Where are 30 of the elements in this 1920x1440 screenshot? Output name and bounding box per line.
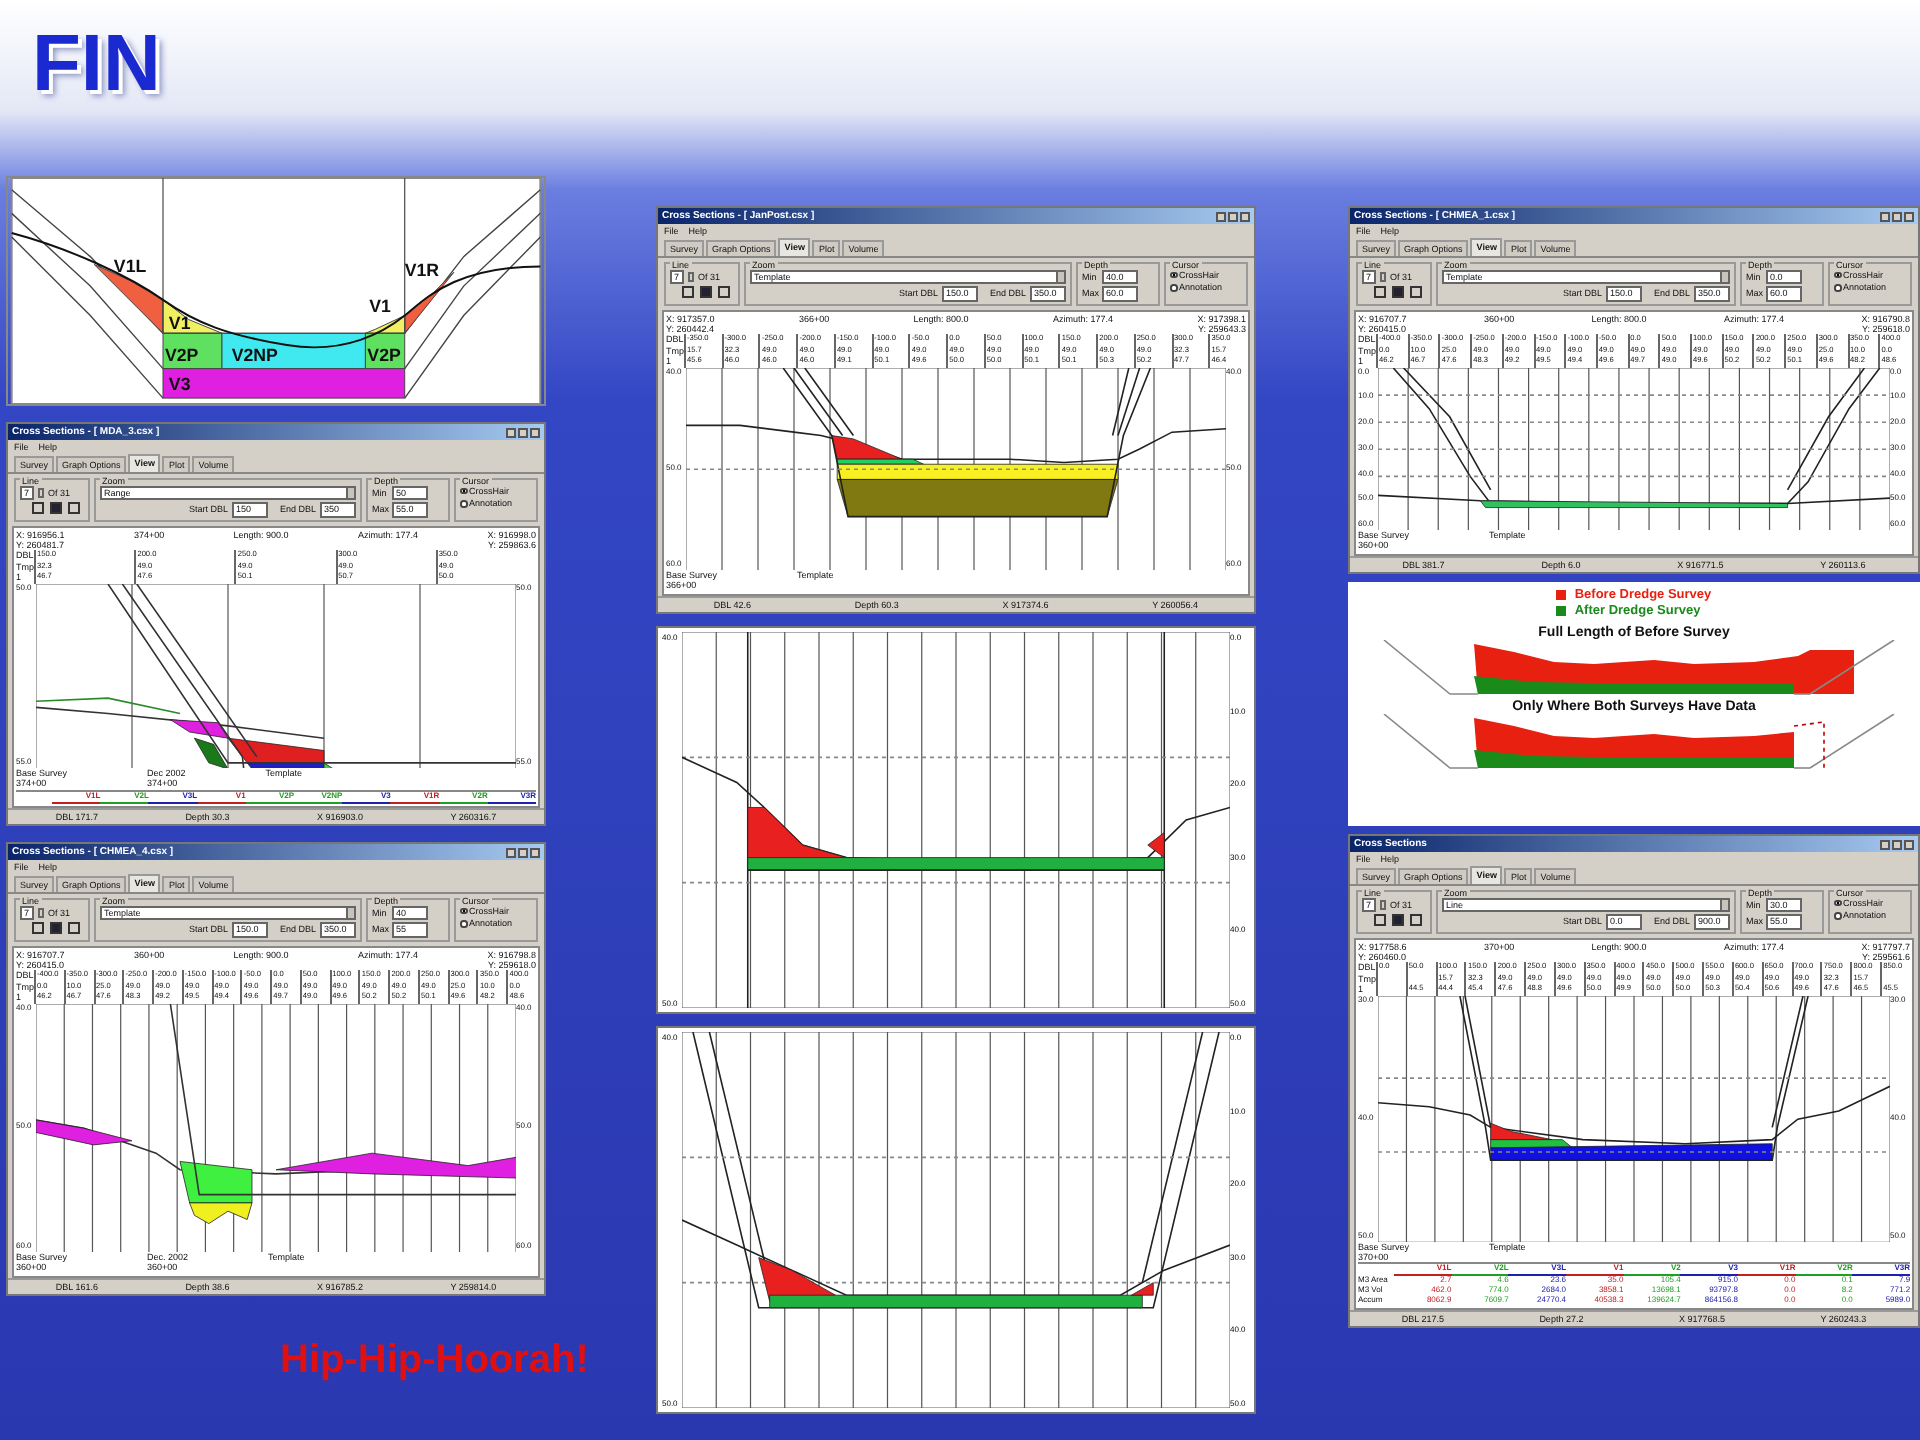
slide-title: FIN (32, 20, 161, 108)
minimize-button[interactable] (1880, 211, 1890, 221)
volume-label: V2P (367, 344, 401, 365)
close-button[interactable] (1904, 211, 1914, 221)
closing-caption: Hip-Hip-Hoorah! (280, 1336, 589, 1384)
minimize-button[interactable] (1880, 839, 1890, 849)
maximize-button[interactable] (518, 847, 528, 857)
spinner-icon[interactable] (1380, 899, 1386, 910)
spinner-icon[interactable] (38, 487, 44, 498)
close-button[interactable] (530, 427, 540, 437)
spinner-icon[interactable] (38, 907, 44, 918)
volume-label: V1L (113, 256, 147, 277)
minimize-button[interactable] (506, 427, 516, 437)
volume-label: V3 (168, 374, 191, 395)
volume-label: V1 (369, 295, 391, 316)
minimize-button[interactable] (506, 847, 516, 857)
maximize-button[interactable] (1892, 839, 1902, 849)
maximize-button[interactable] (518, 427, 528, 437)
spinner-icon[interactable] (688, 271, 694, 282)
minimize-button[interactable] (1216, 211, 1226, 221)
volume-label: V1R (404, 260, 440, 281)
maximize-button[interactable] (1892, 211, 1902, 221)
volume-label: V2P (164, 344, 199, 365)
volume-label: V1 (168, 313, 191, 334)
close-button[interactable] (1240, 211, 1250, 221)
volume-label: V2NP (231, 344, 278, 365)
spinner-icon[interactable] (1380, 271, 1386, 282)
close-button[interactable] (530, 847, 540, 857)
maximize-button[interactable] (1228, 211, 1238, 221)
close-button[interactable] (1904, 839, 1914, 849)
